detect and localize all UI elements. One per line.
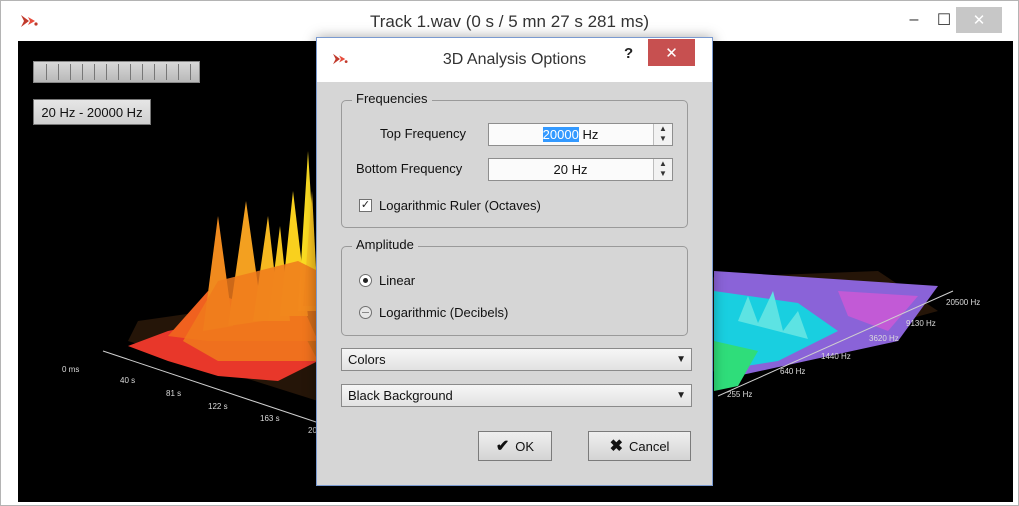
top-frequency-selected-value: 20000 [542, 127, 579, 142]
cancel-button[interactable]: ✖ Cancel [588, 431, 691, 461]
stepper-down-icon[interactable]: ▼ [654, 134, 672, 144]
time-tick-label: 40 s [120, 376, 135, 385]
window-titlebar[interactable]: Track 1.wav (0 s / 5 mn 27 s 281 ms) ‒ ☐… [1, 1, 1018, 41]
bottom-frequency-label: Bottom Frequency [356, 161, 463, 176]
background-select[interactable]: Black Background ▼ [341, 384, 692, 407]
3d-analysis-options-dialog: 3D Analysis Options ? ✕ Frequencies Top … [316, 37, 713, 486]
cross-icon: ✖ [609, 438, 623, 455]
time-tick-label: 0 ms [62, 365, 79, 374]
cancel-label: Cancel [628, 438, 670, 454]
help-button[interactable]: ? [624, 45, 633, 62]
top-frequency-label: Top Frequency [380, 126, 466, 141]
checkmark-icon: ✔ [495, 438, 510, 455]
stepper-up-icon[interactable]: ▲ [654, 159, 672, 169]
group-legend: Frequencies [352, 91, 432, 106]
ok-label: OK [515, 438, 535, 454]
window-title: Track 1.wav (0 s / 5 mn 27 s 281 ms) [369, 12, 649, 31]
stepper-down-icon[interactable]: ▼ [654, 169, 672, 179]
stepper-up-icon[interactable]: ▲ [654, 124, 672, 134]
top-frequency-field[interactable]: 20000 Hz ▲ ▼ [488, 123, 673, 146]
freq-tick-label: 20500 Hz [946, 298, 980, 307]
top-frequency-unit: Hz [578, 127, 599, 142]
spectrum-mid-mass [183, 261, 318, 361]
top-frequency-stepper[interactable]: ▲ ▼ [653, 124, 672, 145]
dialog-titlebar[interactable]: 3D Analysis Options ? ✕ [317, 38, 712, 82]
freq-tick-label: 640 Hz [780, 367, 805, 376]
freq-tick-label: 255 Hz [727, 390, 752, 399]
maximize-button[interactable]: ☐ [929, 7, 959, 33]
freq-tick-label: 3620 Hz [869, 334, 899, 343]
window-close-button[interactable]: ✕ [956, 7, 1002, 33]
freq-tick-label: 1440 Hz [821, 352, 851, 361]
colors-select-value: Colors [348, 352, 386, 367]
time-tick-label: 122 s [208, 402, 228, 411]
colors-select[interactable]: Colors ▼ [341, 348, 692, 371]
dialog-close-button[interactable]: ✕ [648, 39, 695, 66]
dropdown-arrow-icon: ▼ [676, 390, 686, 401]
bottom-frequency-stepper[interactable]: ▲ ▼ [653, 159, 672, 180]
logarithmic-radio[interactable] [359, 306, 372, 319]
log-ruler-checkbox[interactable]: ✓ [359, 199, 372, 212]
ok-button[interactable]: ✔ OK [478, 431, 552, 461]
log-ruler-label[interactable]: Logarithmic Ruler (Octaves) [379, 198, 541, 213]
minimize-button[interactable]: ‒ [899, 7, 929, 33]
amplitude-group: Amplitude Linear Logarithmic (Decibels) [341, 237, 688, 336]
dropdown-arrow-icon: ▼ [676, 354, 686, 365]
frequency-range-button[interactable]: 20 Hz - 20000 Hz [33, 99, 151, 125]
group-legend: Amplitude [352, 237, 418, 252]
logarithmic-label[interactable]: Logarithmic (Decibels) [379, 305, 508, 320]
linear-radio[interactable] [359, 274, 372, 287]
time-tick-label: 163 s [260, 414, 280, 423]
freq-tick-label: 9130 Hz [906, 319, 936, 328]
background-select-value: Black Background [348, 388, 453, 403]
bottom-frequency-field[interactable]: 20 Hz ▲ ▼ [488, 158, 673, 181]
bottom-frequency-value: 20 Hz [553, 162, 588, 177]
time-tick-label: 81 s [166, 389, 181, 398]
linear-label[interactable]: Linear [379, 273, 415, 288]
frequencies-group: Frequencies Top Frequency 20000 Hz ▲ ▼ B… [341, 91, 688, 228]
time-scrub-strip[interactable] [33, 61, 200, 83]
